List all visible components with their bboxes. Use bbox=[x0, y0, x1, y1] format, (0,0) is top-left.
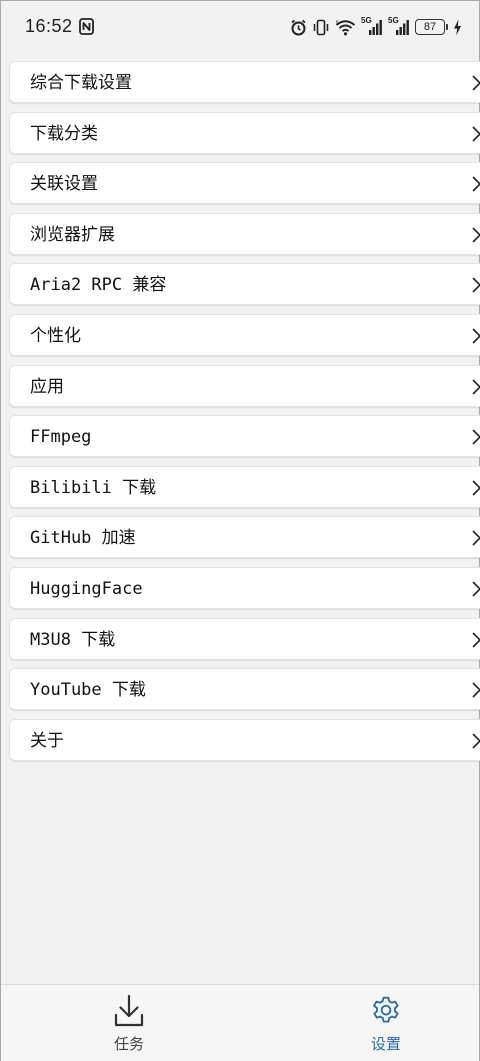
settings-item-aria2-rpc[interactable]: Aria2 RPC 兼容 bbox=[9, 263, 480, 306]
settings-item-label: HuggingFace bbox=[30, 578, 143, 599]
settings-item-browser-extension[interactable]: 浏览器扩展 bbox=[9, 212, 480, 255]
nfc-icon bbox=[79, 18, 94, 35]
status-bar: 16:52 6 5G 5G 87 bbox=[0, 0, 480, 54]
svg-text:6: 6 bbox=[336, 20, 339, 26]
chevron-right-icon bbox=[472, 480, 480, 496]
charging-icon bbox=[454, 19, 461, 35]
settings-item-about[interactable]: 关于 bbox=[9, 718, 480, 761]
network-type-1: 5G bbox=[361, 16, 372, 25]
status-icons: 6 5G 5G 87 bbox=[290, 16, 462, 38]
chevron-right-icon bbox=[472, 682, 480, 698]
settings-item-bilibili[interactable]: Bilibili 下载 bbox=[9, 465, 480, 508]
settings-item-label: 关联设置 bbox=[30, 174, 98, 195]
wifi-icon: 6 bbox=[335, 20, 356, 35]
settings-item-label: 关于 bbox=[30, 730, 64, 751]
settings-item-m3u8[interactable]: M3U8 下载 bbox=[9, 617, 480, 660]
settings-item-application[interactable]: 应用 bbox=[9, 364, 480, 407]
chevron-right-icon bbox=[472, 378, 480, 395]
settings-item-label: 浏览器扩展 bbox=[30, 224, 115, 245]
settings-list: 综合下载设置 下载分类 关联设置 浏览器扩展 Aria2 RPC 兼容 个性化 … bbox=[9, 61, 480, 769]
settings-item-github[interactable]: GitHub 加速 bbox=[9, 516, 480, 559]
chevron-right-icon bbox=[472, 75, 480, 91]
settings-item-label: FFmpeg bbox=[30, 427, 92, 448]
battery-level: 87 bbox=[423, 21, 437, 33]
settings-item-label: Bilibili 下载 bbox=[30, 477, 157, 498]
bottom-nav: 任务 设置 bbox=[1, 984, 479, 1061]
tab-tasks[interactable]: 任务 bbox=[69, 985, 189, 1061]
signal-2: 5G bbox=[388, 16, 410, 36]
settings-item-general-download[interactable]: 综合下载设置 bbox=[9, 61, 480, 103]
settings-item-ffmpeg[interactable]: FFmpeg bbox=[9, 415, 480, 458]
chevron-right-icon bbox=[472, 126, 480, 142]
settings-item-label: 应用 bbox=[30, 376, 64, 397]
settings-item-label: 下载分类 bbox=[30, 123, 98, 144]
chevron-right-icon bbox=[472, 631, 480, 648]
settings-item-download-category[interactable]: 下载分类 bbox=[9, 111, 480, 154]
settings-item-youtube[interactable]: YouTube 下载 bbox=[9, 668, 480, 711]
settings-item-personalization[interactable]: 个性化 bbox=[9, 313, 480, 356]
chevron-right-icon bbox=[472, 328, 480, 344]
chevron-right-icon bbox=[472, 277, 480, 293]
tab-tasks-label: 任务 bbox=[113, 1035, 144, 1053]
chevron-right-icon bbox=[472, 176, 480, 192]
chevron-right-icon bbox=[472, 530, 480, 546]
gear-icon bbox=[373, 996, 399, 1023]
download-icon bbox=[114, 994, 144, 1027]
settings-item-label: GitHub 加速 bbox=[30, 528, 136, 549]
vibrate-icon bbox=[313, 19, 329, 35]
settings-item-label: YouTube 下载 bbox=[30, 680, 146, 701]
network-type-2: 5G bbox=[388, 16, 399, 25]
status-time: 16:52 bbox=[25, 16, 73, 36]
settings-item-label: Aria2 RPC 兼容 bbox=[30, 275, 167, 296]
settings-item-label: 综合下载设置 bbox=[30, 73, 132, 93]
chevron-right-icon bbox=[472, 429, 480, 445]
alarm-icon bbox=[291, 19, 306, 35]
settings-item-association[interactable]: 关联设置 bbox=[9, 162, 480, 205]
chevron-right-icon bbox=[472, 733, 480, 749]
settings-item-label: 个性化 bbox=[30, 325, 81, 346]
signal-1: 5G bbox=[361, 16, 383, 36]
settings-item-label: M3U8 下载 bbox=[30, 629, 116, 650]
settings-item-huggingface[interactable]: HuggingFace bbox=[9, 566, 480, 609]
tab-settings[interactable]: 设置 bbox=[326, 985, 446, 1061]
battery-indicator: 87 bbox=[415, 19, 448, 35]
chevron-right-icon bbox=[472, 227, 480, 243]
tab-settings-label: 设置 bbox=[370, 1035, 401, 1053]
chevron-right-icon bbox=[472, 581, 480, 597]
